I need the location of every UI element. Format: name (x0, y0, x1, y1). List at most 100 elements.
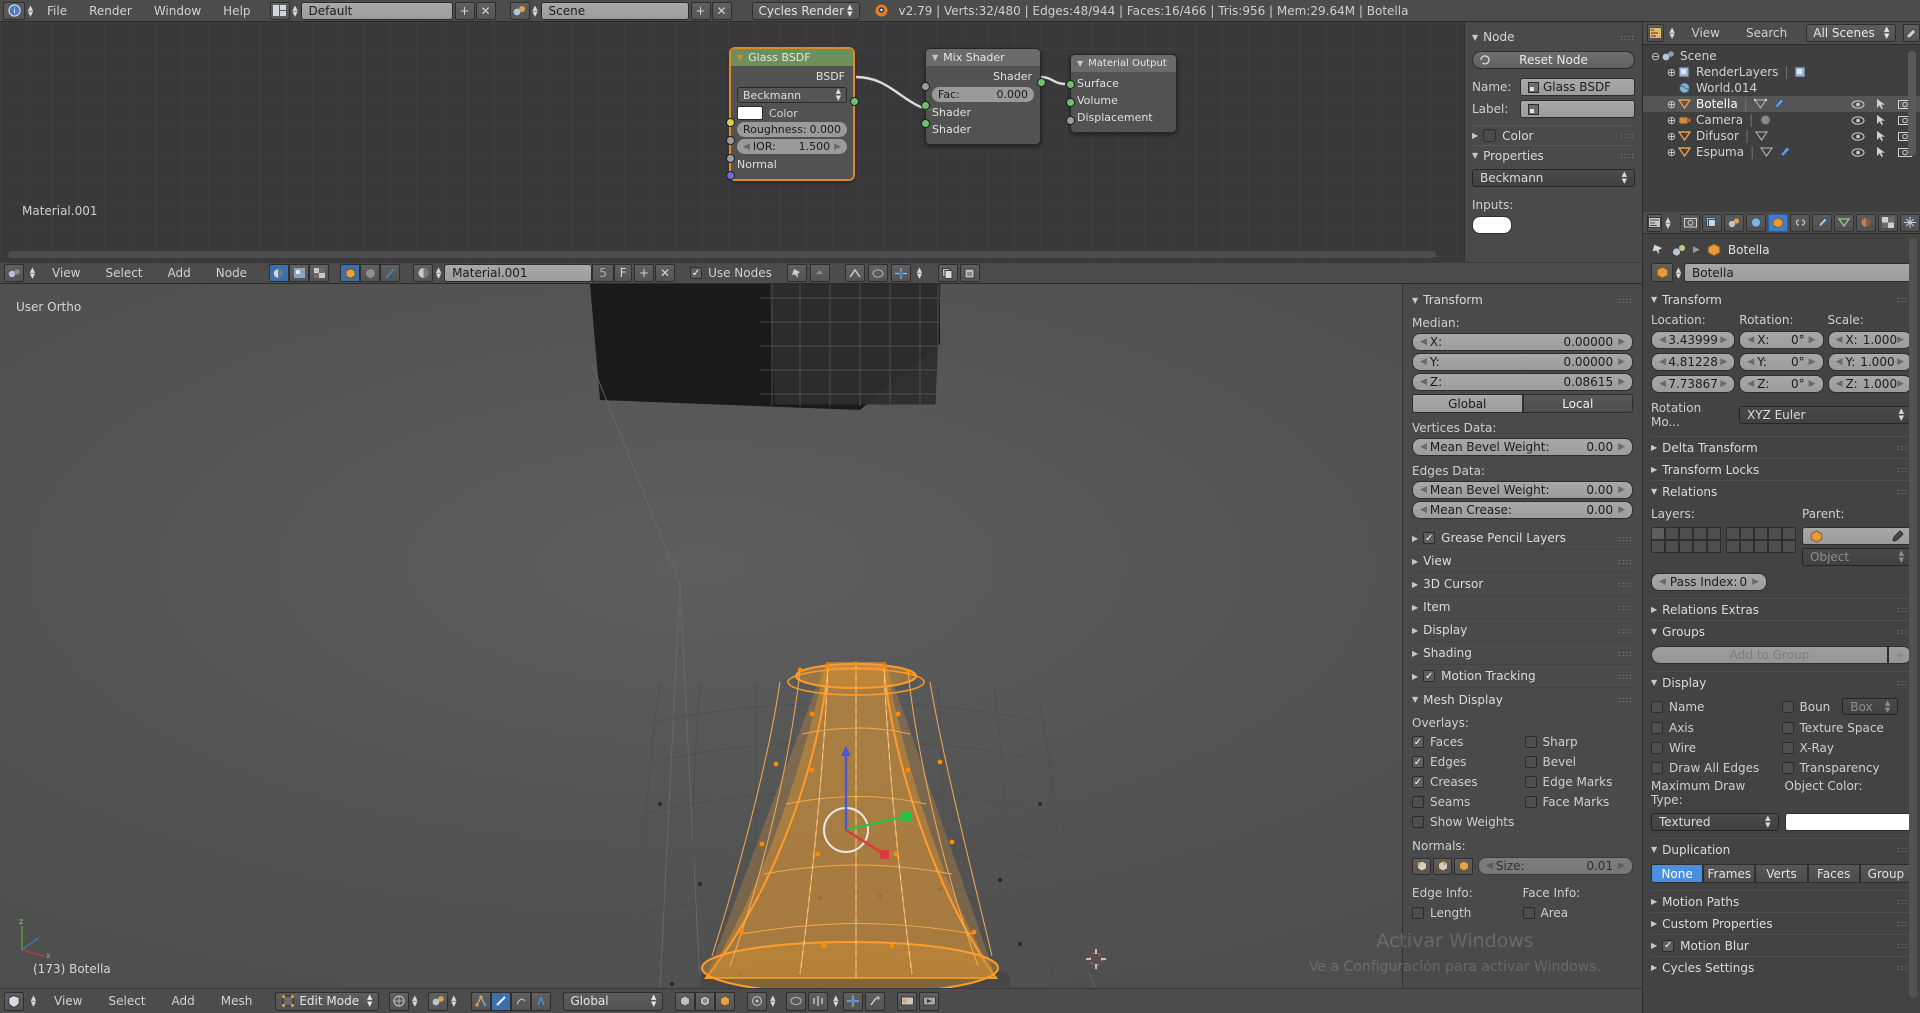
socket-mix-shader-in-a[interactable] (921, 101, 930, 110)
display-axis-checkbox[interactable] (1651, 722, 1663, 734)
blender-logo-spinner[interactable]: ▲ ▼ (25, 2, 36, 19)
overlay-edge-marks[interactable]: Edge Marks (1524, 775, 1634, 789)
outliner-editor-type-spinner[interactable]: ▲ ▼ (1668, 25, 1677, 42)
snap-target-icon[interactable] (808, 991, 829, 1011)
world-shader-icon[interactable] (360, 264, 381, 282)
object-shader-icon[interactable] (340, 264, 361, 282)
pivot-point-icon[interactable] (747, 991, 768, 1011)
overlay-faces[interactable]: ✓ Faces (1412, 735, 1521, 749)
edge-select-icon[interactable] (491, 991, 512, 1011)
node-menu-view[interactable]: View (41, 262, 91, 284)
max-draw-type-select[interactable]: Textured ▲ ▼ (1651, 813, 1779, 831)
screen-layout-icon[interactable] (269, 1, 290, 20)
grease-pencil-checkbox[interactable]: ✓ (1423, 532, 1436, 544)
section-display-grip[interactable]: :::: (1618, 626, 1633, 635)
go-parent-icon[interactable] (809, 264, 830, 282)
motion-tracking-checkbox[interactable]: ✓ (1423, 670, 1436, 682)
overlay-creases[interactable]: ✓ Creases (1412, 775, 1521, 789)
outliner-expander-camera[interactable]: ⊕ (1665, 114, 1678, 127)
display-xray-checkbox[interactable] (1781, 742, 1794, 754)
median-z-field[interactable]: ◀ Z: 0.08615 ▶ (1412, 373, 1633, 391)
panel-transform-locks[interactable]: ▶ Transform Locks:::: (1651, 459, 1912, 481)
tab-texture[interactable] (1878, 213, 1898, 232)
outliner-expander-difusor[interactable]: ⊕ (1665, 130, 1678, 143)
node-glass-bsdf[interactable]: ▼ Glass BSDF BSDF Beckmann ▲ ▼ Color Roug… (726, 48, 859, 180)
outliner-scrollbar[interactable] (1908, 51, 1916, 156)
overlay-show-weights[interactable]: Show Weights (1412, 815, 1521, 829)
rotation-x-field[interactable]: ◀ X: 0° ▶ (1739, 331, 1824, 349)
panel-transform-header[interactable]: ▼ Transform :::: (1651, 289, 1912, 310)
layers-grid-left[interactable] (1651, 527, 1721, 566)
vertices-mean-bevel-weight[interactable]: ◀ Mean Bevel Weight: 0.00 ▶ (1412, 438, 1633, 456)
transform-orientation-select[interactable]: Global ▲ ▼ (563, 991, 664, 1011)
space-local-button[interactable]: Local (1522, 394, 1633, 413)
display-name-option[interactable]: Name (1651, 698, 1782, 715)
add-screen-layout-icon[interactable]: + (454, 1, 475, 20)
overlay-faces-checkbox[interactable]: ✓ (1412, 736, 1424, 748)
delete-screen-layout-icon[interactable]: ✕ (475, 1, 496, 20)
compositing-type-icon[interactable] (289, 264, 310, 282)
unlink-material-icon[interactable]: ✕ (655, 264, 676, 282)
snap-magnet-icon[interactable] (843, 991, 864, 1011)
socket-mix-shader-in-b[interactable] (921, 119, 930, 128)
panel-relations-extras[interactable]: ▶ Relations Extras:::: (1651, 599, 1912, 621)
section-display[interactable]: ▶ Display :::: (1412, 619, 1633, 642)
outliner-row-difusor[interactable]: ⊕ Difusor | (1643, 128, 1920, 144)
display-bounds-checkbox[interactable] (1781, 700, 1794, 713)
rotation-z-field[interactable]: ◀ Z: 0° ▶ (1739, 375, 1824, 393)
socket-material-output-displacement[interactable] (1066, 116, 1075, 125)
section-view-grip[interactable]: :::: (1618, 557, 1633, 566)
tab-material[interactable] (1856, 213, 1876, 232)
face-select-icon[interactable] (511, 991, 532, 1011)
transform-space-toggle[interactable]: Global Local (1412, 394, 1633, 413)
viewport-editor-type-spinner[interactable]: ▲ ▼ (28, 993, 39, 1010)
outliner-expander-espuma[interactable]: ⊕ (1665, 146, 1678, 159)
panel-custom-properties[interactable]: ▶ Custom Properties:::: (1651, 913, 1912, 935)
pin-id-icon[interactable] (1651, 243, 1665, 257)
object-datablock-icon[interactable] (1651, 263, 1673, 282)
section-motion-tracking[interactable]: ▶ ✓ Motion Tracking :::: (1412, 665, 1633, 688)
display-bounds-option[interactable]: Boun Box ▲ ▼ (1781, 698, 1913, 715)
node-glass-bsdf-ior[interactable]: ◀ IOR: 1.500 ▶ (737, 139, 847, 154)
normals-size-field[interactable]: ◀ Size: 0.01 ▶ (1478, 857, 1633, 875)
display-texture-space-checkbox[interactable] (1781, 722, 1794, 734)
panel-cycles-settings[interactable]: ▶ Cycles Settings:::: (1651, 957, 1912, 978)
outliner-row-botella[interactable]: ⊕ Botella | (1643, 96, 1920, 112)
snap-target-spinner[interactable]: ▲ ▼ (830, 993, 841, 1010)
node-name-field[interactable]: Glass BSDF (1520, 78, 1635, 96)
overlay-seams-checkbox[interactable] (1412, 796, 1424, 808)
section-grease-pencil-layers[interactable]: ▶ ✓ Grease Pencil Layers :::: (1412, 527, 1633, 550)
properties-scrollbar[interactable] (1909, 238, 1917, 998)
parent-type-select[interactable]: Object ▲ ▼ (1802, 548, 1912, 566)
snap-element-spinner[interactable]: ▲ ▼ (914, 265, 925, 282)
duplication-frames-button[interactable]: Frames (1703, 864, 1756, 883)
node-material-output-header[interactable]: ▼ Material Output (1071, 55, 1176, 72)
face-area-option[interactable]: Area (1522, 906, 1634, 920)
node-input-color-swatch[interactable] (1472, 216, 1512, 234)
section-shading-grip[interactable]: :::: (1618, 649, 1633, 658)
parent-field[interactable] (1802, 527, 1912, 545)
properties-editor-type-spinner[interactable]: ▲ ▼ (1665, 214, 1671, 231)
render-preview-spinner[interactable]: ▲ ▼ (448, 993, 459, 1010)
manipulator-scale-icon[interactable] (715, 991, 736, 1011)
motion-blur-checkbox[interactable]: ✓ (1662, 939, 1675, 952)
layers-grid-right[interactable] (1726, 527, 1796, 566)
paste-node-icon[interactable] (959, 264, 980, 282)
overlay-bevel-checkbox[interactable] (1524, 756, 1537, 768)
tab-render[interactable] (1680, 213, 1700, 232)
overlay-creases-checkbox[interactable]: ✓ (1412, 776, 1424, 788)
blender-logo-icon[interactable]: i (3, 1, 25, 20)
node-distribution-select[interactable]: Beckmann ▲ ▼ (1472, 169, 1635, 187)
overlay-bevel[interactable]: Bevel (1524, 755, 1634, 769)
section-view[interactable]: ▶ View :::: (1412, 550, 1633, 573)
node-glass-bsdf-header[interactable]: ▼ Glass BSDF (731, 49, 853, 66)
overlay-face-marks-checkbox[interactable] (1524, 796, 1537, 808)
display-texture-space-option[interactable]: Texture Space (1781, 721, 1913, 735)
vp-transform-grip[interactable]: :::: (1618, 296, 1633, 305)
outliner-editor-type-icon[interactable] (1647, 24, 1664, 42)
panel-motion-paths[interactable]: ▶ Motion Paths:::: (1651, 891, 1912, 913)
node-menu-node[interactable]: Node (205, 262, 258, 284)
scene-browse-spinner[interactable]: ▲ ▼ (530, 2, 541, 19)
socket-glass-bsdf-roughness[interactable] (726, 136, 735, 145)
panel-display-header[interactable]: ▼ Display:::: (1651, 672, 1912, 693)
